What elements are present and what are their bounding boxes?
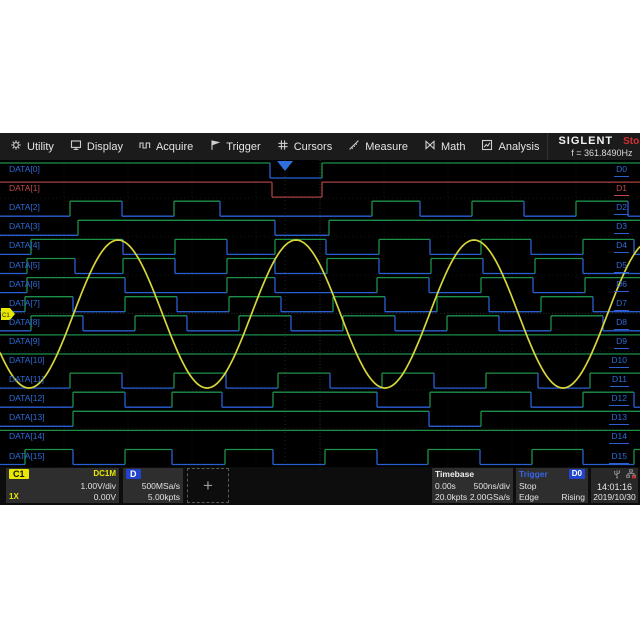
digital-channel-label-right-10[interactable]: D10 bbox=[609, 356, 629, 368]
digital-channel-label-left-14[interactable]: DATA[14] bbox=[9, 432, 45, 441]
menu-item-acquire[interactable]: Acquire bbox=[131, 133, 201, 160]
frequency-counter-readout: f = 361.8490Hz bbox=[571, 148, 632, 158]
display-icon bbox=[70, 139, 82, 154]
digital-channel-label-left-13[interactable]: DATA[13] bbox=[9, 413, 45, 422]
lan-disconnected-icon bbox=[626, 469, 636, 481]
digital-channel-label-left-5[interactable]: DATA[5] bbox=[9, 261, 40, 270]
timebase-points: 20.0kpts bbox=[435, 492, 467, 502]
system-time: 14:01:16 bbox=[593, 482, 636, 492]
menu-item-label: Acquire bbox=[156, 141, 193, 153]
digital-channel-label-right-13[interactable]: D13 bbox=[609, 413, 629, 425]
trigger-type: Edge bbox=[519, 492, 539, 502]
digital-channel-label-left-15[interactable]: DATA[15] bbox=[9, 452, 45, 461]
menu-item-label: Math bbox=[441, 141, 465, 153]
digital-channel-label-right-0[interactable]: D0 bbox=[614, 165, 629, 177]
menu-item-label: Trigger bbox=[226, 141, 260, 153]
digital-channel-label-left-11[interactable]: DATA[11] bbox=[9, 375, 44, 384]
channel1-badge: C1 bbox=[9, 469, 29, 479]
digital-channel-label-left-9[interactable]: DATA[9] bbox=[9, 337, 40, 346]
trigger-source-badge: D0 bbox=[569, 469, 585, 479]
digital-channel-label-left-12[interactable]: DATA[12] bbox=[9, 394, 45, 403]
menu-item-trigger[interactable]: Trigger bbox=[201, 133, 268, 160]
digital-channel-label-right-1[interactable]: D1 bbox=[614, 184, 629, 196]
digital-memory-depth: 5.00kpts bbox=[148, 492, 180, 502]
trigger-flag-icon bbox=[209, 139, 221, 154]
trigger-slope: Rising bbox=[561, 492, 585, 502]
digital-channel-label-right-12[interactable]: D12 bbox=[609, 394, 629, 406]
digital-channel-label-right-3[interactable]: D3 bbox=[614, 222, 629, 234]
menu-item-measure[interactable]: Measure bbox=[340, 133, 416, 160]
acquire-icon bbox=[139, 139, 151, 154]
run-state-indicator: Stop bbox=[623, 136, 640, 147]
menu-item-analysis[interactable]: Analysis bbox=[473, 133, 547, 160]
measure-icon bbox=[348, 139, 360, 154]
digital-channel-label-left-4[interactable]: DATA[4] bbox=[9, 241, 40, 250]
oscilloscope-display: Utility Display Acquire Trigger Cursors Measu… bbox=[0, 133, 640, 505]
digital-channel-label-left-1[interactable]: DATA[1] bbox=[9, 184, 40, 193]
digital-descriptor-box[interactable]: D 500MSa/s 5.00kpts bbox=[123, 468, 183, 503]
trigger-box[interactable]: Trigger D0 Stop Edge Rising bbox=[516, 468, 588, 503]
digital-channel-label-left-8[interactable]: DATA[8] bbox=[9, 318, 40, 327]
waveform-plot: C1 bbox=[0, 160, 640, 467]
digital-channel-label-right-11[interactable]: D11 bbox=[610, 375, 629, 387]
channel1-scale: 1.00V/div bbox=[81, 481, 116, 491]
timebase-title: Timebase bbox=[435, 469, 474, 479]
digital-channel-label-right-2[interactable]: D2 bbox=[614, 203, 629, 215]
screenshot-stage: Utility Display Acquire Trigger Cursors Measu… bbox=[0, 0, 640, 640]
usb-icon bbox=[612, 469, 622, 481]
trigger-position-marker bbox=[277, 161, 293, 171]
digital-channel-label-left-10[interactable]: DATA[10] bbox=[9, 356, 45, 365]
timebase-delay: 0.00s bbox=[435, 481, 456, 491]
math-icon bbox=[424, 139, 436, 154]
plus-icon: + bbox=[203, 476, 213, 496]
digital-channel-label-right-6[interactable]: D6 bbox=[614, 280, 629, 292]
digital-channel-label-left-3[interactable]: DATA[3] bbox=[9, 222, 40, 231]
digital-channel-label-right-9[interactable]: D9 bbox=[614, 337, 629, 349]
trigger-title: Trigger bbox=[519, 469, 548, 479]
menu-item-label: Utility bbox=[27, 141, 54, 153]
menu-item-label: Display bbox=[87, 141, 123, 153]
menu-item-math[interactable]: Math bbox=[416, 133, 473, 160]
menu-item-label: Analysis bbox=[498, 141, 539, 153]
digital-channel-label-right-8[interactable]: D8 bbox=[614, 318, 629, 330]
digital-channel-label-right-15[interactable]: D15 bbox=[609, 452, 629, 464]
digital-channel-label-right-4[interactable]: D4 bbox=[614, 241, 629, 253]
digital-channel-label-left-7[interactable]: DATA[7] bbox=[9, 299, 40, 308]
timebase-box[interactable]: Timebase 0.00s 500ns/div 20.0kpts 2.00GS… bbox=[432, 468, 513, 503]
status-bar: C1 DC1M 1.00V/div 1X 0.00V D 500MSa/s bbox=[0, 467, 640, 505]
gear-icon bbox=[10, 139, 22, 154]
top-menu-bar: Utility Display Acquire Trigger Cursors Measu… bbox=[0, 133, 640, 160]
system-date: 2019/10/30 bbox=[593, 492, 636, 502]
add-channel-box[interactable]: + bbox=[187, 468, 229, 503]
waveform-screen[interactable]: C1 DATA[0] D0 DATA[1] D1 DATA[2] D2 DATA[3] D3 D… bbox=[0, 160, 640, 467]
system-datetime-box[interactable]: 14:01:16 2019/10/30 bbox=[591, 468, 638, 503]
channel1-coupling: DC1M bbox=[93, 469, 116, 479]
digital-channel-label-left-6[interactable]: DATA[6] bbox=[9, 280, 40, 289]
timebase-sample-rate: 2.00GSa/s bbox=[470, 492, 510, 502]
digital-channel-label-left-2[interactable]: DATA[2] bbox=[9, 203, 40, 212]
menu-item-cursors[interactable]: Cursors bbox=[269, 133, 341, 160]
digital-channel-label-right-14[interactable]: D14 bbox=[609, 432, 629, 444]
brand-status-block: SIGLENT Stop f = 361.8490Hz bbox=[547, 133, 640, 160]
digital-badge: D bbox=[126, 469, 141, 479]
analysis-icon bbox=[481, 139, 493, 154]
digital-channel-label-left-0[interactable]: DATA[0] bbox=[9, 165, 40, 174]
digital-channel-label-right-5[interactable]: D5 bbox=[614, 261, 629, 273]
timebase-scale: 500ns/div bbox=[474, 481, 510, 491]
menu-item-utility[interactable]: Utility bbox=[2, 133, 62, 160]
channel1-descriptor-box[interactable]: C1 DC1M 1.00V/div 1X 0.00V bbox=[6, 468, 119, 503]
cursors-icon bbox=[277, 139, 289, 154]
digital-channel-label-right-7[interactable]: D7 bbox=[614, 299, 629, 311]
trigger-status: Stop bbox=[519, 481, 537, 491]
digital-sample-rate: 500MSa/s bbox=[142, 481, 180, 491]
channel1-offset: 0.00V bbox=[94, 492, 116, 502]
menu-item-label: Measure bbox=[365, 141, 408, 153]
menu-item-display[interactable]: Display bbox=[62, 133, 131, 160]
siglent-logo: SIGLENT bbox=[558, 136, 613, 147]
menu-item-label: Cursors bbox=[294, 141, 333, 153]
channel1-probe: 1X bbox=[9, 492, 19, 502]
